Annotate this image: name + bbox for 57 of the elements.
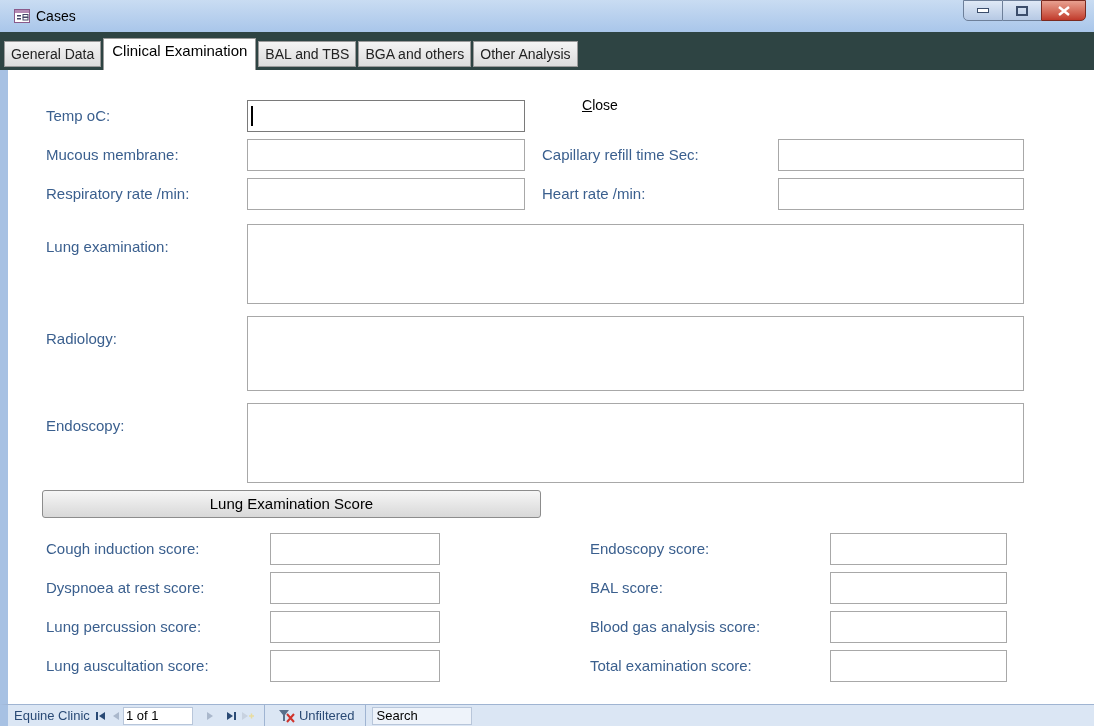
input-field[interactable] [270,533,440,565]
tab[interactable]: BAL and TBS [258,41,357,67]
input-field[interactable] [830,650,1007,682]
input-field[interactable] [270,650,440,682]
close-button[interactable]: Close [582,94,618,116]
field-label: BAL score: [590,577,664,598]
field-label: Mucous membrane: [46,144,180,165]
input-field[interactable] [270,611,440,643]
new-record-icon[interactable] [241,710,254,721]
next-record-icon[interactable] [206,710,213,721]
input-field[interactable] [830,533,1007,565]
funnel-icon [278,708,295,723]
lung-examination-score-button[interactable]: Lung Examination Score [42,490,541,518]
input-field[interactable] [247,178,525,210]
field-label: Total examination score: [590,655,753,676]
field-label: Heart rate /min: [542,183,647,204]
field-label: Respiratory rate /min: [46,183,191,204]
tab[interactable]: Clinical Examination [103,38,257,70]
filter-button[interactable]: Unfiltered [278,705,355,726]
input-field[interactable] [778,139,1024,171]
close-window-button[interactable] [1041,0,1086,21]
input-field[interactable] [247,139,525,171]
field-label: Temp oC: [46,105,112,126]
navigation-label: Equine Clinic [14,706,90,725]
tab[interactable]: Other Analysis [473,41,578,67]
tab[interactable]: General Data [4,41,102,67]
field-label: Dyspnoea at rest score: [46,577,206,598]
field-label: Lung percussion score: [46,616,203,637]
field-label: Endoscopy score: [590,538,711,559]
input-field[interactable] [830,572,1007,604]
text-area[interactable] [247,316,1024,391]
field-label: Lung examination: [46,237,170,257]
minimize-button[interactable] [963,0,1003,21]
field-label: Capillary refill time Sec: [542,144,700,165]
field-label: Radiology: [46,329,118,349]
input-field[interactable] [778,178,1024,210]
minimize-icon [977,8,989,13]
input-field[interactable] [247,100,525,132]
maximize-button[interactable] [1003,0,1041,21]
last-record-icon[interactable] [226,710,236,721]
form-icon [14,9,30,23]
field-label: Lung auscultation score: [46,655,210,676]
field-label: Cough induction score: [46,538,201,559]
text-area[interactable] [247,403,1024,483]
input-field[interactable] [270,572,440,604]
previous-record-icon[interactable] [112,710,119,721]
close-icon [1057,5,1070,16]
window-title: Cases [36,6,76,26]
tab[interactable]: BGA and others [358,41,472,67]
search-field[interactable]: Search [371,706,472,725]
field-label: Blood gas analysis score: [590,616,762,637]
text-area[interactable] [247,224,1024,304]
first-record-icon[interactable] [95,710,105,721]
maximize-icon [1016,5,1028,16]
input-field[interactable] [830,611,1007,643]
record-number-field[interactable]: 1 of 1 [122,706,193,725]
field-label: Endoscopy: [46,416,126,436]
